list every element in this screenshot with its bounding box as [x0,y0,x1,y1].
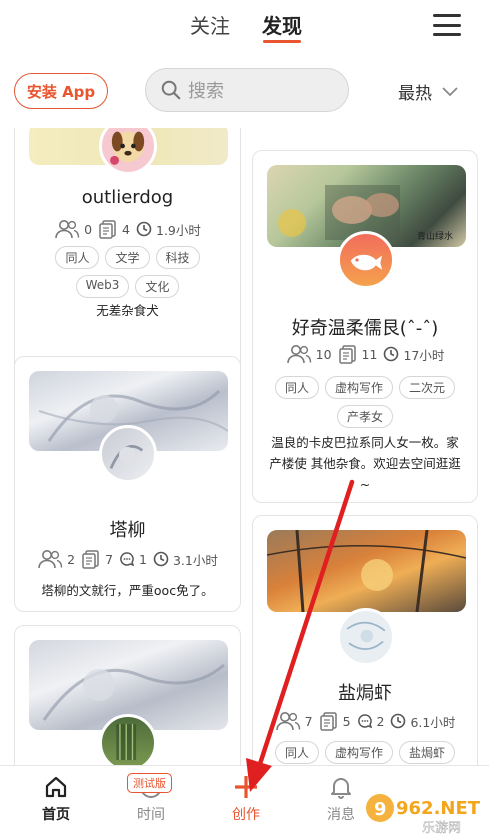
avatar[interactable] [99,714,157,765]
comment-icon [120,552,135,567]
comment-icon [357,714,372,729]
document-icon [319,712,337,731]
profile-card-taliu[interactable]: 塔柳 2 7 1 3.1小时 塔柳的文就行，严重ooc免了。 [14,356,241,612]
followers-count: 7 [275,711,313,731]
nav-home[interactable]: 首页 [21,774,91,824]
top-tab-bar: 关注 发现 [0,0,489,52]
document-icon [99,220,116,239]
chevron-down-icon [442,86,458,96]
nav-create[interactable]: 创作 [211,774,281,824]
svg-text:青山绿水: 青山绿水 [417,230,453,242]
active-tab-indicator [263,40,301,43]
tag[interactable]: 虚构写作 [324,741,393,764]
tag[interactable]: 同人 [274,376,319,399]
updated-time: 3.1小时 [153,550,218,569]
nav-create-label: 创作 [232,807,260,823]
profile-description: 无差杂食犬 [96,303,159,318]
followers-count: 2 [37,549,75,569]
cover-image [267,530,466,612]
tag[interactable]: 二次元 [399,376,456,399]
search-input[interactable]: 搜索 [145,68,349,112]
menu-icon[interactable] [433,14,461,36]
clock-icon [384,346,399,362]
comments-count: 1 [119,551,147,567]
tab-follow[interactable]: 关注 [190,10,230,39]
clock-icon [153,551,169,567]
bell-icon [331,778,351,799]
tag[interactable]: 虚构写作 [324,376,393,399]
plus-icon [235,776,257,798]
tag[interactable]: 科技 [155,246,200,269]
updated-time: 17小时 [383,345,444,364]
clock-icon [391,713,406,729]
followers-count: 0 [54,219,92,239]
posts-count: 7 [81,549,113,569]
watermark-subtext: 乐游网 [422,821,461,836]
avatar[interactable] [99,128,157,175]
clock-icon [136,221,152,237]
tag-list: 同人 虚构写作 二次元 产孝女 [253,376,477,434]
avatar[interactable] [99,425,157,483]
profile-card-yanjuxia[interactable]: 盐焗虾 7 5 2 6.1小时 同人 虚构写作 盐焗虾 [252,515,478,765]
profile-description: 塔柳的文就行，严重ooc免了。 [41,583,214,598]
document-icon [82,550,99,569]
profile-name[interactable]: outlierdog [15,187,240,208]
sort-dropdown[interactable]: 最热 [398,79,458,104]
profile-stats: 7 5 2 6.1小时 [253,711,477,731]
nav-home-label: 首页 [42,807,70,823]
watermark-text: 962.NET [396,798,481,819]
document-icon [338,345,356,364]
avatar[interactable] [337,608,395,666]
tag[interactable]: 文学 [105,246,150,269]
profile-stats: 0 4 1.9小时 [15,219,240,239]
updated-time: 1.9小时 [136,220,201,239]
profile-name[interactable]: 塔柳 [15,516,240,542]
home-icon [45,776,67,798]
tab-discover[interactable]: 发现 [262,10,302,39]
profile-card-dugong[interactable]: 青山绿水 好奇温柔儒艮(ˆ-ˆ) 10 11 17小时 同人 虚构写作 二次元 … [252,150,478,503]
sort-label: 最热 [398,84,432,104]
posts-count: 4 [98,219,130,239]
profile-description: 温良的卡皮巴拉系同人女一枚。家产楼使 其他杂食。欢迎去空间逛逛 ~ [269,435,461,492]
tag[interactable]: 文化 [135,275,180,298]
tag[interactable]: 产孝女 [336,405,393,428]
tag[interactable]: Web3 [75,275,130,298]
discover-feed[interactable]: outlierdog 0 4 1.9小时 同人 文学 科技 Web3 文化 无差… [0,128,489,765]
tag-list: 同人 文学 科技 Web3 文化 [15,246,240,304]
beta-badge: 测试版 [127,773,172,793]
profile-stats: 2 7 1 3.1小时 [15,549,240,569]
profile-stats: 10 11 17小时 [253,344,477,364]
followers-count: 10 [286,344,332,364]
tag-list: 同人 虚构写作 盐焗虾 [253,741,477,765]
tag[interactable]: 盐焗虾 [399,741,456,764]
nav-time-label: 时间 [137,807,165,823]
profile-name[interactable]: 盐焗虾 [253,679,477,705]
profile-name[interactable]: 好奇温柔儒艮(ˆ-ˆ) [253,314,477,340]
svg-text:9: 9 [374,799,387,820]
posts-count: 11 [338,344,377,364]
users-icon [275,712,300,731]
avatar[interactable] [337,231,395,289]
watermark-logo: 9 962.NET 乐游网 [366,794,481,836]
comments-count: 2 [357,713,384,729]
posts-count: 5 [319,711,351,731]
users-icon [38,550,63,569]
install-app-button[interactable]: 安装 App [14,73,108,109]
users-icon [55,220,80,239]
updated-time: 6.1小时 [390,712,455,731]
users-icon [286,345,311,364]
search-icon [161,80,181,100]
search-placeholder: 搜索 [188,81,224,102]
tag[interactable]: 同人 [274,741,319,764]
profile-card-partial[interactable] [14,625,241,765]
tag[interactable]: 同人 [55,246,100,269]
